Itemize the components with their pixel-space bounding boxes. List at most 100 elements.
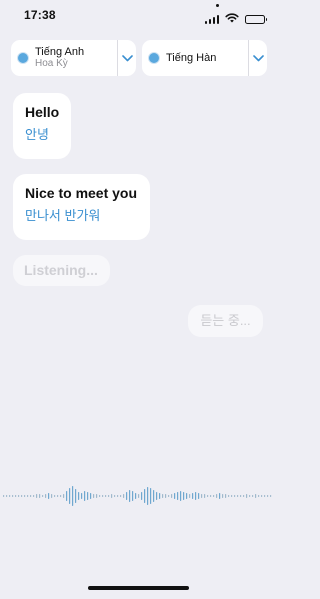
waveform-bar — [120, 495, 122, 497]
waveform-bar — [162, 494, 164, 498]
waveform-bar — [231, 495, 233, 497]
waveform-bar — [78, 492, 80, 500]
waveform-bar — [105, 495, 107, 497]
waveform-bar — [141, 492, 143, 500]
waveform-bar — [138, 494, 140, 498]
waveform-bar — [129, 490, 131, 502]
waveform-bar — [132, 491, 134, 501]
waveform-bar — [255, 494, 257, 498]
waveform-bar — [9, 495, 11, 497]
waveform-bar — [147, 487, 149, 505]
waveform-bar — [165, 494, 167, 498]
waveform-bar — [189, 494, 191, 498]
waveform-bar — [243, 495, 245, 497]
waveform-bar — [69, 488, 71, 504]
waveform-bar — [75, 489, 77, 503]
source-language-name: Tiếng Anh — [35, 46, 85, 58]
waveform-bar — [183, 492, 185, 500]
waveform-bar — [168, 495, 170, 497]
waveform-bar — [135, 493, 137, 499]
waveform-bar — [153, 490, 155, 502]
waveform-bar — [270, 495, 272, 497]
audio-waveform — [3, 486, 272, 506]
waveform-bar — [27, 495, 29, 497]
signal-icon — [204, 14, 219, 24]
status-icons — [204, 10, 267, 28]
waveform-bar — [216, 494, 218, 498]
listening-placeholder-translated: 듣는 중... — [200, 313, 251, 328]
waveform-bar — [261, 495, 263, 497]
waveform-bar — [6, 495, 8, 497]
waveform-bar — [237, 495, 239, 497]
waveform-bar — [123, 494, 125, 498]
waveform-bar — [180, 491, 182, 501]
waveform-bar — [219, 493, 221, 499]
waveform-bar — [126, 492, 128, 500]
translated-text: 만나서 반가워 — [25, 208, 101, 223]
waveform-bar — [174, 493, 176, 499]
waveform-bar — [90, 493, 92, 499]
waveform-bar — [210, 495, 212, 497]
language-selector-row: Tiếng Anh Hoa Kỳ Tiếng Hàn — [11, 40, 267, 76]
waveform-bar — [42, 495, 44, 497]
waveform-bar — [264, 495, 266, 497]
listening-bubble-source: Listening... — [13, 255, 110, 286]
source-text: Nice to meet you — [25, 185, 138, 201]
waveform-bar — [45, 494, 47, 498]
waveform-bar — [102, 495, 104, 497]
waveform-bar — [60, 495, 62, 497]
waveform-bar — [192, 493, 194, 499]
waveform-bar — [99, 495, 101, 497]
waveform-bar — [228, 495, 230, 497]
waveform-bar — [246, 494, 248, 498]
waveform-bar — [144, 489, 146, 503]
waveform-bar — [195, 492, 197, 500]
waveform-bar — [54, 495, 56, 497]
target-language-indicator — [148, 52, 160, 64]
chevron-down-icon[interactable] — [118, 40, 136, 76]
waveform-bar — [186, 493, 188, 499]
waveform-bar — [39, 494, 41, 498]
waveform-bar — [267, 495, 269, 497]
chevron-down-icon[interactable] — [249, 40, 267, 76]
listening-placeholder: Listening... — [24, 262, 98, 278]
wifi-icon — [225, 10, 239, 28]
status-time: 17:38 — [24, 8, 56, 22]
source-language-texts: Tiếng Anh Hoa Kỳ — [35, 46, 117, 70]
waveform-bar — [225, 494, 227, 498]
waveform-bar — [84, 491, 86, 501]
target-language-name: Tiếng Hàn — [166, 52, 217, 64]
waveform-bar — [108, 495, 110, 497]
waveform-bar — [252, 495, 254, 497]
waveform-bar — [51, 494, 53, 498]
waveform-bar — [207, 495, 209, 497]
waveform-bar — [87, 492, 89, 500]
waveform-bar — [12, 495, 14, 497]
target-language-selector[interactable]: Tiếng Hàn — [142, 40, 267, 76]
waveform-bar — [201, 494, 203, 498]
waveform-bar — [15, 495, 17, 497]
waveform-bar — [204, 494, 206, 498]
waveform-bar — [111, 494, 113, 498]
translation-bubble[interactable]: Nice to meet you 만나서 반가워 — [13, 174, 150, 240]
source-language-selector[interactable]: Tiếng Anh Hoa Kỳ — [11, 40, 136, 76]
waveform-bar — [96, 494, 98, 498]
translation-bubble[interactable]: Hello 안녕 — [13, 93, 71, 159]
waveform-bar — [150, 488, 152, 504]
waveform-bar — [222, 494, 224, 498]
waveform-bar — [159, 493, 161, 499]
waveform-bar — [198, 493, 200, 499]
waveform-bar — [258, 495, 260, 497]
waveform-bar — [3, 495, 5, 497]
waveform-bar — [63, 494, 65, 498]
waveform-bar — [213, 495, 215, 497]
waveform-bar — [177, 492, 179, 500]
battery-icon — [245, 14, 267, 24]
waveform-bar — [48, 493, 50, 499]
translated-text: 안녕 — [25, 127, 49, 142]
recording-indicator-dot — [216, 4, 219, 7]
waveform-bar — [117, 495, 119, 497]
waveform-bar — [30, 495, 32, 497]
waveform-bar — [114, 495, 116, 497]
waveform-bar — [171, 494, 173, 498]
